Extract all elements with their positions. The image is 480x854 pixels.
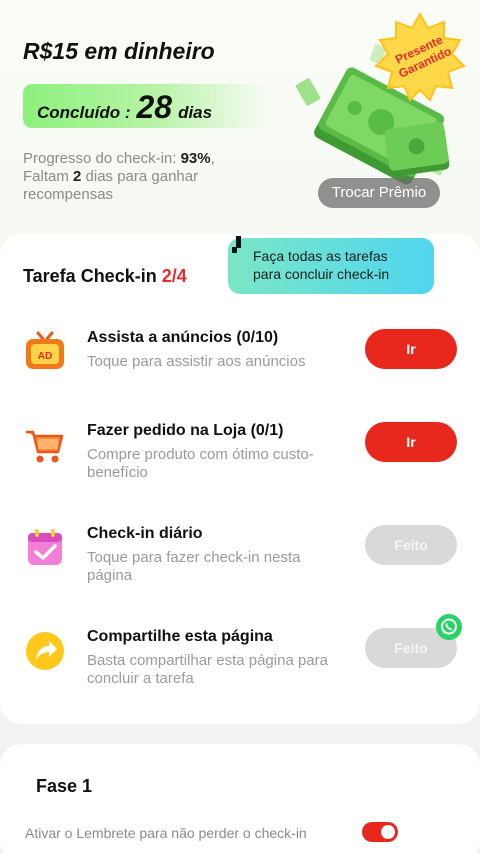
reminder-toggle[interactable] bbox=[362, 822, 398, 842]
done-button-daily-checkin[interactable]: Feito bbox=[365, 525, 457, 565]
tooltip-line2: para concluir check-in bbox=[253, 266, 390, 282]
progress-prefix: Progresso do check-in: bbox=[23, 150, 181, 167]
phase-title: Fase 1 bbox=[36, 776, 93, 796]
checkin-task-card: Tarefa Check-in 2/4 Faça todas as tarefa… bbox=[0, 234, 480, 724]
change-prize-button[interactable]: Trocar Prêmio bbox=[318, 178, 440, 208]
completed-days-unit: dias bbox=[178, 103, 213, 122]
task-header-count: 2/4 bbox=[161, 266, 187, 286]
task-title: Check-in diário bbox=[87, 525, 203, 542]
task-desc: Compre produto com ótimo custo-benefício bbox=[87, 446, 314, 481]
remaining-prefix: Faltam bbox=[23, 168, 74, 185]
task-row-watch-ads: AD Assista a anúncios (0/10) Toque para … bbox=[0, 329, 480, 419]
tooltip-line1: Faça todas as tarefas bbox=[253, 248, 388, 264]
calendar-check-icon bbox=[28, 529, 62, 565]
progress-sep: , bbox=[210, 150, 215, 167]
progress-text: Progresso do check-in: 93%, Faltam 2 dia… bbox=[23, 150, 263, 204]
task-title: Fazer pedido na Loja (0/1) bbox=[87, 422, 284, 439]
quote-icon bbox=[232, 236, 241, 253]
task-row-store-order: Fazer pedido na Loja (0/1) Compre produt… bbox=[0, 422, 480, 512]
task-desc: Toque para assistir aos anúncios bbox=[87, 353, 306, 370]
progress-value: 93% bbox=[180, 150, 211, 167]
reminder-label: Ativar o Lembrete para não perder o chec… bbox=[25, 825, 307, 841]
task-title: Compartilhe esta página bbox=[87, 628, 273, 645]
tasks-tooltip: Faça todas as tarefas para concluir chec… bbox=[228, 238, 434, 294]
task-header: Tarefa Check-in 2/4 bbox=[23, 266, 187, 287]
svg-text:AD: AD bbox=[38, 351, 52, 362]
go-button-watch-ads[interactable]: Ir bbox=[365, 329, 457, 369]
shopping-cart-icon bbox=[26, 430, 64, 463]
completed-days-value: 28 bbox=[136, 89, 173, 125]
tv-ad-icon: AD bbox=[26, 331, 64, 369]
whatsapp-icon[interactable] bbox=[436, 614, 462, 640]
share-arrow-icon bbox=[26, 632, 64, 670]
task-desc: Basta compartilhar esta página para conc… bbox=[87, 652, 328, 687]
task-header-label: Tarefa Check-in bbox=[23, 266, 162, 286]
completed-days-pill: Concluído : 28 dias bbox=[23, 84, 268, 128]
task-row-share-page: Compartilhe esta página Basta compartilh… bbox=[0, 614, 480, 718]
toggle-knob bbox=[381, 825, 395, 839]
task-title: Assista a anúncios (0/10) bbox=[87, 329, 279, 346]
completed-label: Concluído : bbox=[37, 103, 131, 122]
reward-header: R$15 em dinheiro Concluído : 28 dias Pro… bbox=[0, 0, 480, 230]
go-button-store-order[interactable]: Ir bbox=[365, 422, 457, 462]
task-row-daily-checkin: Check-in diário Toque para fazer check-i… bbox=[0, 525, 480, 615]
task-desc: Toque para fazer check-in nesta página bbox=[87, 549, 301, 584]
phase-card: Fase 1 Ativar o Lembrete para não perder… bbox=[0, 744, 480, 854]
reward-title: R$15 em dinheiro bbox=[23, 38, 215, 64]
